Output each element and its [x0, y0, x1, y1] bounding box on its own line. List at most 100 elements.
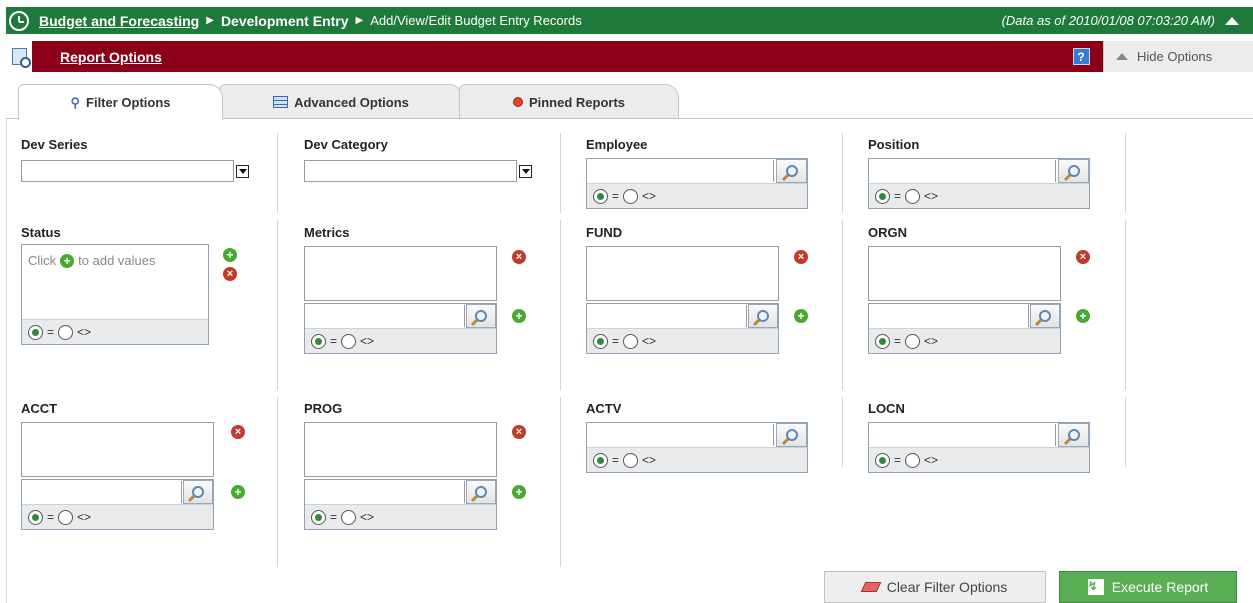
prog-label: PROG [304, 401, 343, 416]
not-equals-radio[interactable] [905, 188, 921, 204]
column-divider [560, 397, 561, 567]
equals-radio[interactable] [593, 333, 608, 349]
prog-panel: = <> [304, 479, 497, 530]
clear-filter-options-button[interactable]: Clear Filter Options [824, 571, 1046, 603]
column-divider [1125, 220, 1126, 390]
remove-metrics-button[interactable]: × [512, 250, 526, 264]
hide-options-button[interactable]: Hide Options [1103, 41, 1253, 72]
add-prog-button[interactable]: + [512, 485, 526, 499]
filter-dev-series: Dev Series [21, 137, 249, 182]
position-lookup-button[interactable] [1058, 159, 1089, 183]
fund-lookup-button[interactable] [748, 304, 778, 328]
filter-orgn: ORGN = <> [868, 225, 1061, 354]
locn-input[interactable] [869, 424, 1057, 446]
remove-prog-button[interactable]: × [512, 425, 526, 439]
dev-category-select[interactable] [304, 160, 532, 182]
breadcrumb-bar: Budget and Forecasting ▶ Development Ent… [6, 7, 1253, 34]
actv-input[interactable] [587, 424, 775, 446]
metrics-lookup-button[interactable] [466, 304, 496, 328]
add-status-button[interactable]: + [223, 248, 237, 262]
fund-operator: = <> [587, 328, 778, 353]
prog-input[interactable] [305, 481, 465, 503]
help-button[interactable]: ? [1059, 41, 1103, 72]
equals-radio[interactable] [311, 333, 326, 349]
not-equals-radio[interactable] [58, 324, 74, 340]
metrics-input[interactable] [305, 305, 465, 327]
not-equals-label: <> [642, 189, 657, 203]
not-equals-radio[interactable] [623, 452, 639, 468]
breadcrumb-development-entry: Development Entry [220, 12, 349, 29]
equals-radio[interactable] [311, 509, 326, 525]
remove-orgn-button[interactable]: × [1076, 250, 1090, 264]
not-equals-radio[interactable] [623, 188, 639, 204]
acct-lookup-button[interactable] [183, 480, 213, 504]
acct-input[interactable] [22, 481, 182, 503]
dropdown-arrow-icon[interactable] [236, 164, 249, 178]
acct-values-list[interactable] [21, 422, 214, 477]
equals-radio[interactable] [28, 324, 43, 340]
status-label: Status [21, 225, 61, 240]
tab-filter-options[interactable]: ⚲ Filter Options [18, 84, 223, 120]
not-equals-radio[interactable] [341, 333, 357, 349]
content-left-border [6, 119, 7, 603]
filter-dev-category: Dev Category [304, 137, 532, 182]
equals-radio[interactable] [875, 452, 890, 468]
column-divider [842, 220, 843, 390]
not-equals-radio[interactable] [905, 452, 921, 468]
not-equals-radio[interactable] [905, 333, 921, 349]
position-input[interactable] [869, 160, 1057, 182]
column-divider [277, 220, 278, 390]
lightning-icon: ↯ [1087, 579, 1104, 595]
remove-status-button[interactable]: × [223, 267, 237, 281]
prog-lookup-button[interactable] [466, 480, 496, 504]
prog-operator: = <> [305, 504, 496, 529]
locn-panel: = <> [868, 422, 1090, 473]
report-options-link[interactable]: Report Options [60, 49, 162, 65]
equals-radio[interactable] [875, 333, 890, 349]
breadcrumb-current-page: Add/View/Edit Budget Entry Records [370, 13, 582, 28]
not-equals-radio[interactable] [341, 509, 357, 525]
add-acct-button[interactable]: + [231, 485, 245, 499]
column-divider [842, 397, 843, 467]
equals-label: = [894, 334, 902, 348]
search-icon [192, 486, 204, 498]
equals-radio[interactable] [28, 509, 43, 525]
fund-values-list[interactable] [586, 246, 779, 301]
equals-radio[interactable] [875, 188, 890, 204]
orgn-values-list[interactable] [868, 246, 1061, 301]
breadcrumb-budget-forecasting[interactable]: Budget and Forecasting [39, 13, 199, 29]
employee-label: Employee [586, 137, 648, 152]
search-icon [1067, 165, 1080, 177]
chevron-right-icon: ▶ [355, 15, 364, 26]
remove-acct-button[interactable]: × [231, 425, 245, 439]
execute-report-button[interactable]: ↯ Execute Report [1059, 571, 1237, 603]
equals-radio[interactable] [593, 188, 608, 204]
remove-fund-button[interactable]: × [794, 250, 808, 264]
dev-series-input[interactable] [21, 160, 234, 182]
dev-series-select[interactable] [21, 160, 249, 182]
employee-input[interactable] [587, 160, 775, 182]
filter-locn: LOCN = <> [868, 401, 1090, 473]
fund-label: FUND [586, 225, 623, 240]
not-equals-radio[interactable] [623, 333, 639, 349]
tab-pinned-reports[interactable]: Pinned Reports [459, 84, 679, 119]
equals-radio[interactable] [593, 452, 608, 468]
orgn-lookup-button[interactable] [1030, 304, 1060, 328]
dropdown-arrow-icon[interactable] [519, 164, 532, 178]
tab-advanced-options[interactable]: Advanced Options [219, 84, 463, 119]
add-metrics-button[interactable]: + [512, 309, 526, 323]
add-orgn-button[interactable]: + [1076, 309, 1090, 323]
add-fund-button[interactable]: + [794, 309, 808, 323]
dev-category-input[interactable] [304, 160, 517, 182]
prog-values-list[interactable] [304, 422, 497, 477]
orgn-input[interactable] [869, 305, 1029, 327]
column-divider [560, 220, 561, 390]
collapse-header-icon[interactable] [1225, 16, 1239, 25]
employee-lookup-button[interactable] [776, 159, 807, 183]
not-equals-radio[interactable] [58, 509, 74, 525]
actv-lookup-button[interactable] [776, 423, 807, 447]
fund-input[interactable] [587, 305, 747, 327]
equals-label: = [894, 189, 902, 203]
metrics-values-list[interactable] [304, 246, 497, 301]
locn-lookup-button[interactable] [1058, 423, 1089, 447]
